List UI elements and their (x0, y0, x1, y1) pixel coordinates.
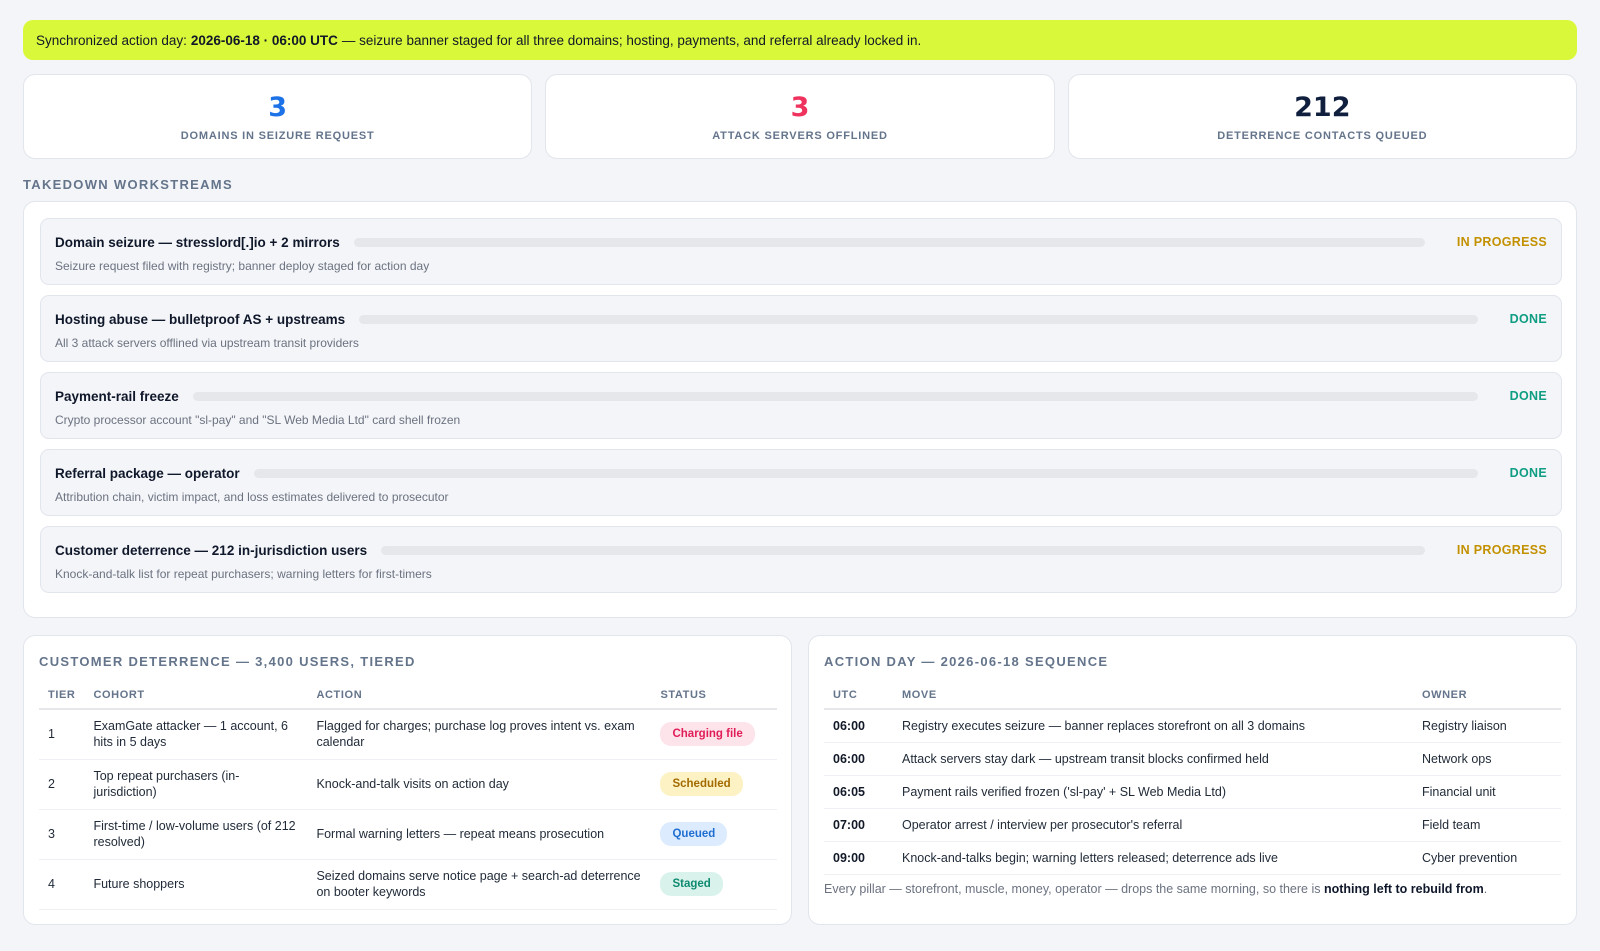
workstream-status: DONE (1509, 466, 1547, 480)
workstream-name: Customer deterrence — 212 in-jurisdictio… (55, 542, 368, 558)
banner-suffix: — seizure banner staged for all three do… (341, 32, 922, 48)
stat-value: 3 (268, 91, 288, 123)
column-header-tier: Tier (39, 682, 85, 710)
workstream-item[interactable]: Hosting abuse — bulletproof AS + upstrea… (40, 295, 1562, 362)
move-cell: Attack servers stay dark — upstream tran… (893, 742, 1413, 776)
workstreams-title: Takedown workstreams (23, 177, 233, 192)
cohort-cell: Future shoppers (84, 859, 308, 910)
tier-cell: 3 (39, 809, 85, 860)
workstream-progress-bar (381, 545, 1425, 555)
action-day-table: UTC Move Owner 06:00 Registry executes s… (824, 682, 1561, 875)
table-row[interactable]: 2 Top repeat purchasers (in-jurisdiction… (39, 759, 778, 810)
workstream-name: Domain seizure — stresslord[.]io + 2 mir… (55, 234, 340, 250)
stat-label: Domains in seizure request (180, 129, 375, 142)
status-badge: Scheduled (660, 772, 743, 796)
action-day-footnote: Every pillar — storefront, muscle, money… (824, 882, 1487, 896)
action-day-banner: Synchronized action day: 2026-06-18 · 06… (23, 20, 1577, 60)
workstream-status: DONE (1509, 312, 1547, 326)
workstream-name: Payment-rail freeze (55, 388, 179, 404)
utc-cell: 06:00 (824, 742, 893, 776)
table-row[interactable]: 07:00 Operator arrest / interview per pr… (824, 808, 1561, 842)
owner-cell: Network ops (1413, 742, 1561, 776)
status-badge: Charging file (660, 722, 755, 747)
stat-value: 212 (1294, 91, 1351, 123)
workstream-item[interactable]: Domain seizure — stresslord[.]io + 2 mir… (40, 218, 1562, 285)
workstream-progress-bar (353, 237, 1425, 247)
workstream-name: Referral package — operator (55, 465, 240, 481)
workstreams-card: Domain seizure — stresslord[.]io + 2 mir… (23, 201, 1577, 618)
cohort-cell: Top repeat purchasers (in-jurisdiction) (84, 759, 308, 810)
cohort-cell: ExamGate attacker — 1 account, 6 hits in… (84, 709, 308, 760)
table-row[interactable]: 06:05 Payment rails verified frozen ('sl… (824, 775, 1561, 809)
footnote-emphasis: nothing left to rebuild from (1323, 882, 1484, 896)
status-badge: Staged (660, 872, 723, 896)
footnote-suffix: . (1483, 882, 1488, 896)
workstream-item[interactable]: Customer deterrence — 212 in-jurisdictio… (40, 526, 1562, 593)
workstream-desc: Crypto processor account "sl-pay" and "S… (55, 413, 461, 427)
column-header-action: Action (307, 682, 652, 710)
column-header-cohort: Cohort (84, 682, 308, 710)
owner-cell: Registry liaison (1413, 709, 1561, 743)
column-header-status: Status (651, 682, 778, 710)
column-header-utc: UTC (824, 682, 893, 710)
workstream-progress-bar (192, 391, 1478, 401)
stat-label: Attack servers offlined (712, 129, 888, 142)
stat-value: 3 (790, 91, 810, 123)
tier-cell: 2 (39, 759, 85, 810)
workstream-status: IN PROGRESS (1456, 543, 1547, 557)
owner-cell: Cyber prevention (1413, 841, 1561, 875)
action-cell: Knock-and-talk visits on action day (307, 759, 652, 810)
utc-cell: 06:00 (824, 709, 893, 743)
banner-datetime: 2026-06-18 · 06:00 UTC (190, 32, 338, 48)
workstream-progress-bar (359, 314, 1478, 324)
tier-cell: 4 (39, 859, 85, 910)
column-header-move: Move (893, 682, 1413, 710)
workstream-status: DONE (1509, 389, 1547, 403)
cohort-cell: First-time / low-volume users (of 212 re… (84, 809, 308, 860)
action-day-panel: Action day — 2026-06-18 sequence UTC Mov… (808, 635, 1577, 925)
table-row[interactable]: 09:00 Knock-and-talks begin; warning let… (824, 841, 1561, 875)
action-cell: Seized domains serve notice page + searc… (307, 859, 652, 910)
move-cell: Knock-and-talks begin; warning letters r… (893, 841, 1413, 875)
workstream-progress-bar (253, 468, 1478, 478)
table-row[interactable]: 06:00 Attack servers stay dark — upstrea… (824, 742, 1561, 776)
owner-cell: Field team (1413, 808, 1561, 842)
table-row[interactable]: 4 Future shoppers Seized domains serve n… (39, 859, 778, 910)
workstream-desc: All 3 attack servers offlined via upstre… (55, 336, 359, 350)
workstream-item[interactable]: Payment-rail freeze DONE Crypto processo… (40, 372, 1562, 439)
table-row[interactable]: 1 ExamGate attacker — 1 account, 6 hits … (39, 709, 778, 760)
banner-prefix: Synchronized action day: (36, 32, 187, 48)
column-header-owner: Owner (1413, 682, 1561, 710)
workstream-status: IN PROGRESS (1456, 235, 1547, 249)
footnote-prefix: Every pillar — storefront, muscle, money… (824, 882, 1321, 896)
workstream-desc: Seizure request filed with registry; ban… (55, 259, 430, 273)
panel-title: Action day — 2026-06-18 sequence (824, 654, 1109, 669)
utc-cell: 06:05 (824, 775, 893, 809)
stat-card-contacts: 212 Deterrence contacts queued (1067, 74, 1577, 159)
stats-row: 3 Domains in seizure request 3 Attack se… (23, 74, 1577, 159)
action-cell: Formal warning letters — repeat means pr… (307, 809, 652, 860)
table-row[interactable]: 06:00 Registry executes seizure — banner… (824, 709, 1561, 743)
workstream-desc: Attribution chain, victim impact, and lo… (55, 490, 449, 504)
deterrence-table: Tier Cohort Action Status 1 ExamGate att… (39, 682, 778, 910)
utc-cell: 07:00 (824, 808, 893, 842)
stat-label: Deterrence contacts queued (1217, 129, 1428, 142)
move-cell: Registry executes seizure — banner repla… (893, 709, 1413, 743)
stat-card-servers: 3 Attack servers offlined (545, 74, 1055, 159)
move-cell: Operator arrest / interview per prosecut… (893, 808, 1413, 842)
owner-cell: Financial unit (1413, 775, 1561, 809)
workstream-list: Domain seizure — stresslord[.]io + 2 mir… (40, 218, 1562, 603)
stat-card-domains: 3 Domains in seizure request (23, 74, 533, 159)
utc-cell: 09:00 (824, 841, 893, 875)
table-row[interactable]: 3 First-time / low-volume users (of 212 … (39, 809, 778, 860)
action-cell: Flagged for charges; purchase log proves… (307, 709, 652, 760)
workstream-item[interactable]: Referral package — operator DONE Attribu… (40, 449, 1562, 516)
status-badge: Queued (660, 822, 728, 846)
workstream-desc: Knock-and-talk list for repeat purchaser… (55, 567, 432, 581)
tier-cell: 1 (39, 709, 85, 760)
move-cell: Payment rails verified frozen ('sl-pay' … (893, 775, 1413, 809)
panel-title: Customer deterrence — 3,400 users, tiere… (39, 654, 416, 669)
customer-deterrence-panel: Customer deterrence — 3,400 users, tiere… (23, 635, 792, 925)
workstream-name: Hosting abuse — bulletproof AS + upstrea… (55, 311, 346, 327)
